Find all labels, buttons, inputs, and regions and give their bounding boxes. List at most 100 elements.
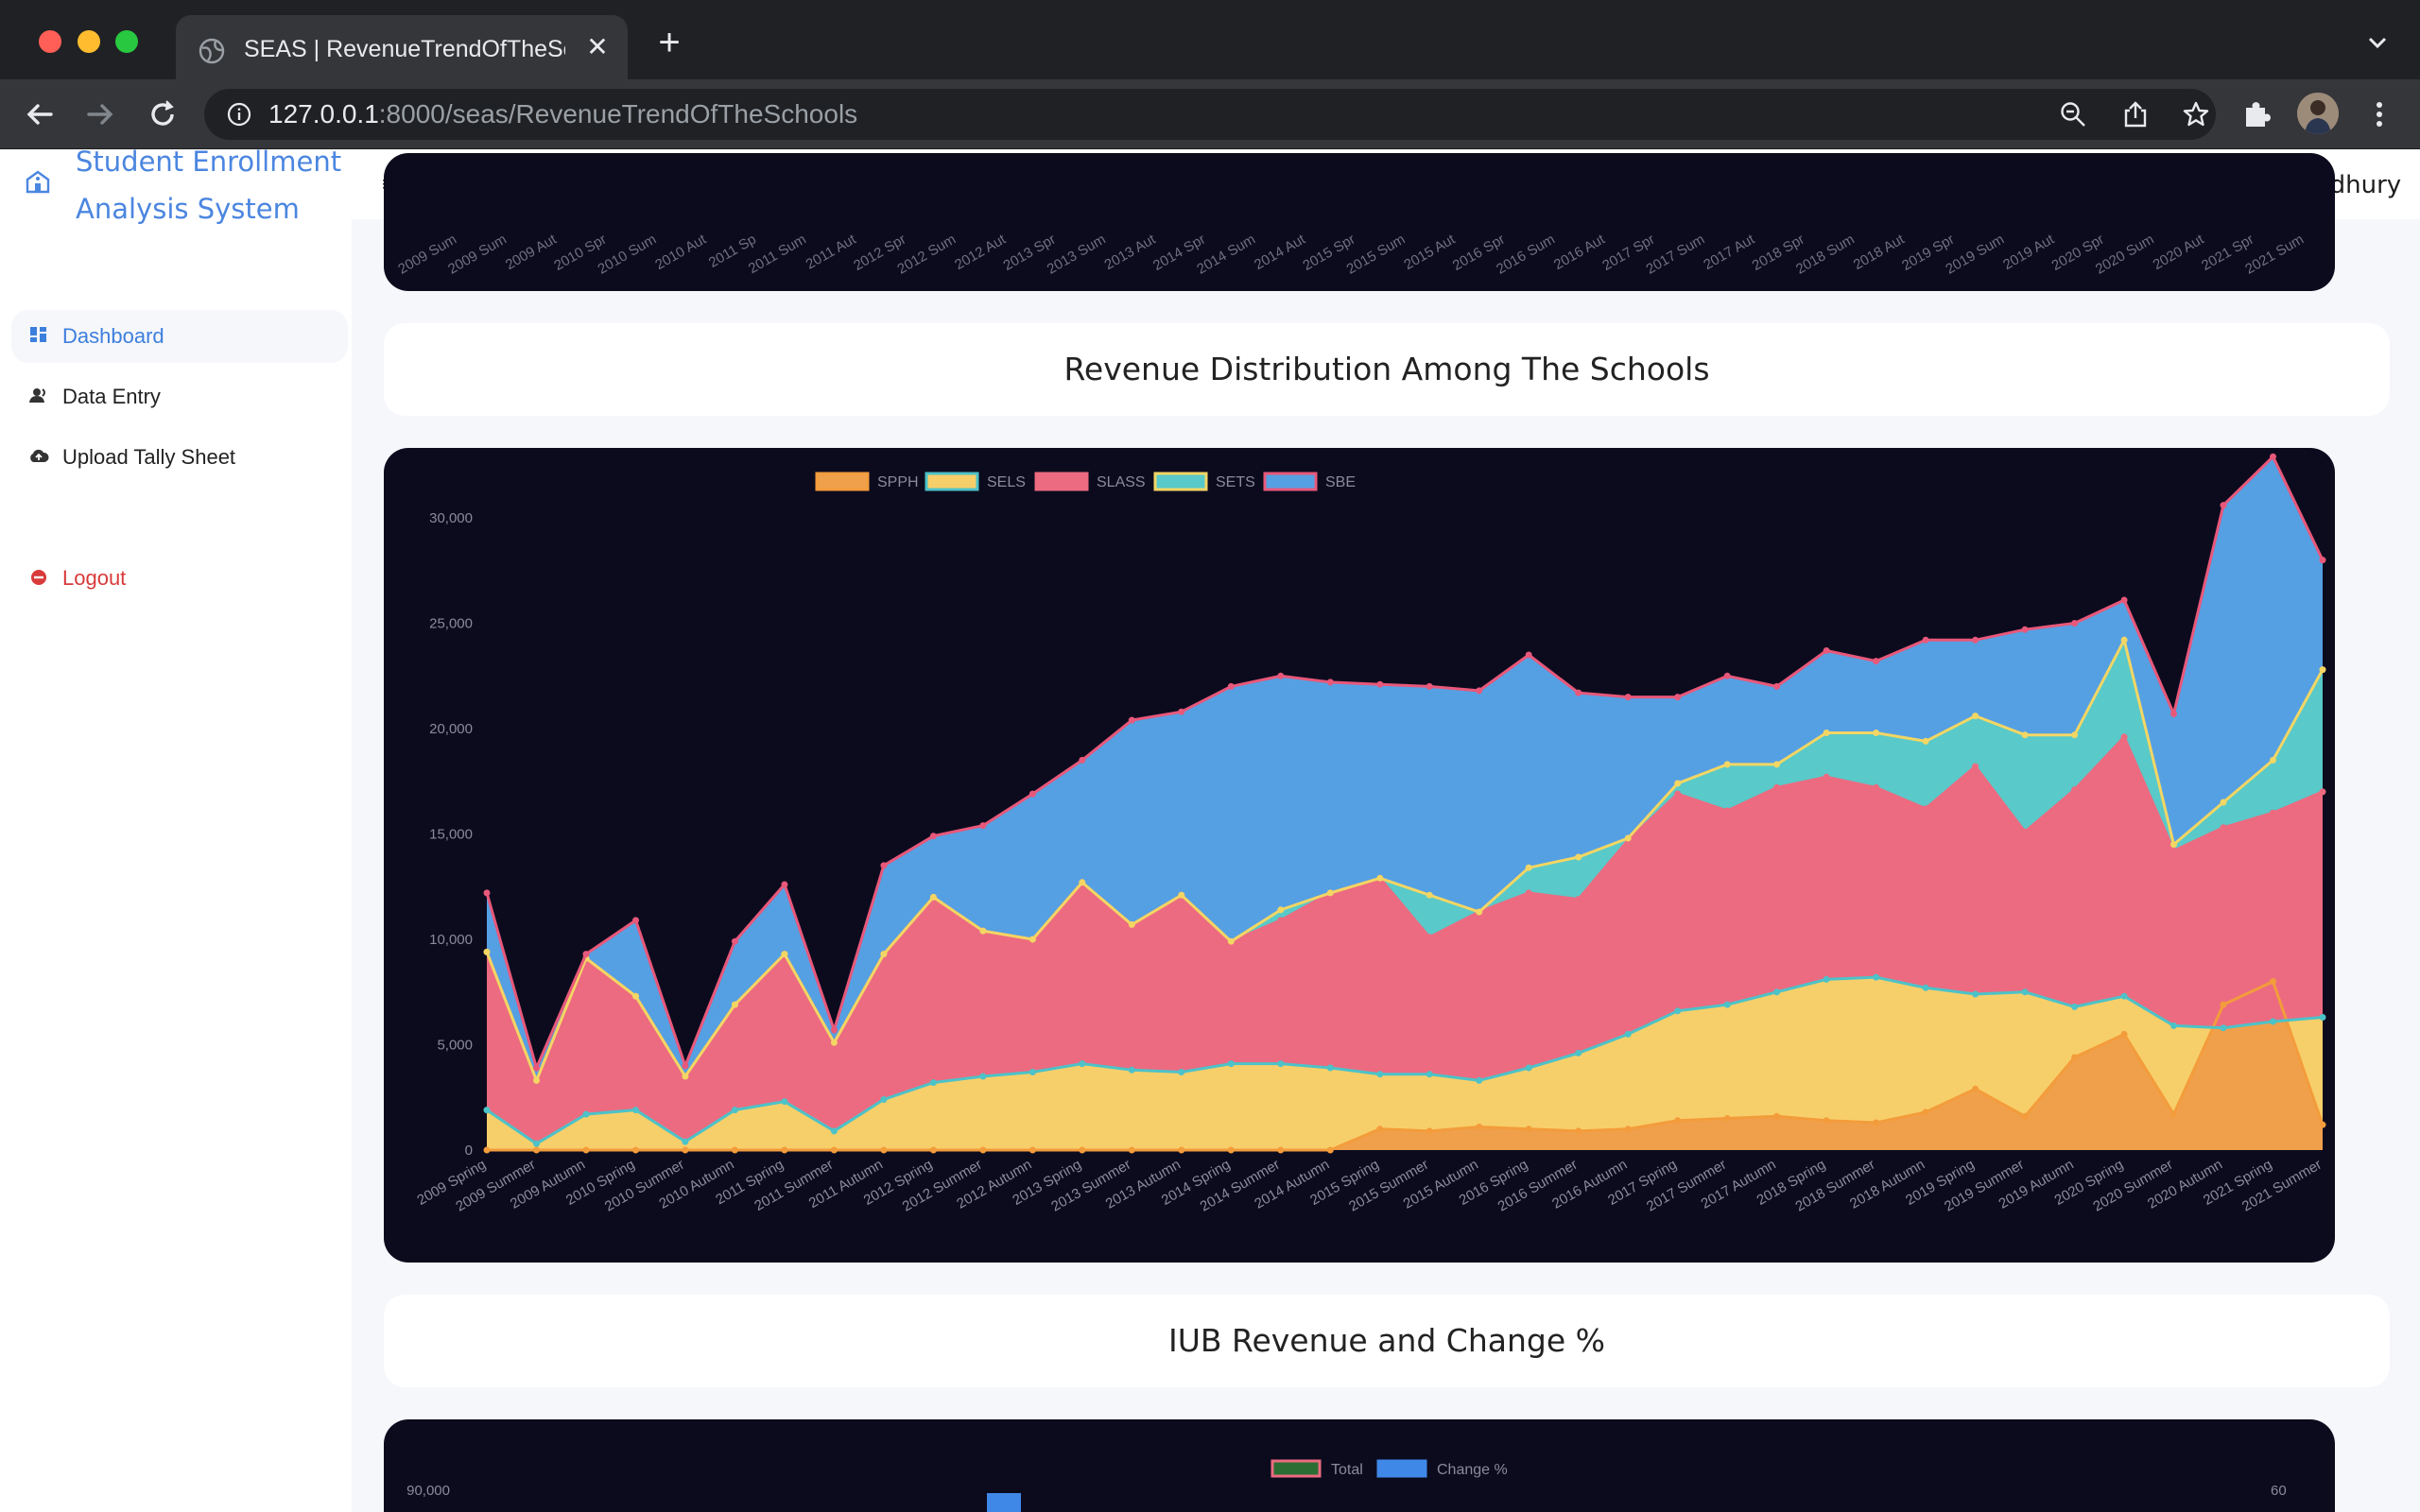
profile-avatar[interactable] — [2297, 93, 2339, 134]
minimize-window-button[interactable] — [78, 30, 100, 53]
data-point-sels — [929, 1079, 937, 1087]
data-point-spph — [1277, 1146, 1285, 1154]
data-point-spph — [880, 1146, 888, 1154]
data-point-sbe — [1972, 636, 1979, 644]
distribution-section-header: Revenue Distribution Among The Schools — [384, 323, 2390, 416]
reload-icon[interactable] — [144, 95, 182, 133]
data-point-sbe — [533, 1064, 540, 1072]
back-arrow-icon[interactable] — [21, 95, 59, 133]
data-point-sels — [2071, 1003, 2079, 1010]
data-point-sels — [2170, 1022, 2177, 1029]
app-brand[interactable]: Student Enrollment Analysis System — [76, 149, 350, 232]
data-point-sels — [1624, 1030, 1632, 1038]
more-vertical-icon[interactable] — [2363, 98, 2395, 130]
data-point-sbe — [731, 937, 738, 945]
data-point-sbe — [2071, 620, 2079, 627]
data-point-sbe — [979, 822, 987, 830]
data-point-slass — [1773, 783, 1781, 791]
dashboard-icon — [30, 327, 46, 342]
data-point-sbe — [830, 1026, 838, 1034]
data-point-spph — [2120, 1030, 2128, 1038]
data-point-sets — [1376, 874, 1384, 882]
iub-revenue-chart: Total Change % 90,000 60 — [406, 1459, 2287, 1512]
y-tick-label: 30,000 — [429, 510, 473, 526]
data-point-sets — [483, 948, 491, 955]
data-point-sels — [2270, 1018, 2276, 1025]
logout-label: Logout — [62, 566, 127, 590]
x-tick-label: 2016 Aut — [1551, 231, 1609, 273]
extensions-puzzle-icon[interactable] — [2240, 98, 2273, 130]
data-point-sets — [731, 1001, 738, 1008]
close-window-button[interactable] — [39, 30, 61, 53]
data-point-sets — [830, 1039, 838, 1046]
data-point-spph — [2071, 1054, 2079, 1061]
data-point-sels — [533, 1140, 540, 1147]
address-bar[interactable]: 127.0.0.1:8000/seas/RevenueTrendOfTheSch… — [204, 89, 2216, 140]
data-point-sets — [1575, 853, 1582, 861]
data-point-sbe — [1723, 672, 1731, 679]
x-tick-label: 2014 Aut — [1252, 231, 1309, 273]
sidebar-item-logout[interactable]: Logout — [11, 552, 348, 605]
data-point-sbe — [1326, 679, 1334, 686]
data-point-sels — [1525, 1064, 1532, 1072]
x-tick-label: 2011 Sum — [746, 232, 809, 277]
data-point-sets — [2120, 636, 2128, 644]
maximize-window-button[interactable] — [115, 30, 138, 53]
data-point-sbe — [1128, 716, 1135, 724]
sidebar-item-data-entry[interactable]: Data Entry — [11, 370, 348, 423]
data-point-spph — [1128, 1146, 1135, 1154]
legend-label-total: Total — [1331, 1462, 1363, 1478]
data-point-sels — [781, 1098, 788, 1106]
data-point-spph — [830, 1146, 838, 1154]
data-point-spph — [1376, 1125, 1384, 1133]
data-point-spph — [781, 1146, 788, 1154]
chevron-down-icon[interactable] — [2363, 28, 2392, 57]
data-point-sets — [929, 893, 937, 901]
data-point-sbe — [1873, 658, 1880, 665]
data-point-sets — [880, 951, 888, 958]
data-point-spph — [1227, 1146, 1235, 1154]
school-logo-icon — [26, 170, 50, 194]
browser-tab[interactable]: SEAS | RevenueTrendOfTheSchools ✕ — [176, 15, 628, 79]
revenue-trend-chart-panel: 2009 Sum 2009 Sum 2009 Aut 2010 Spr 2010 Sum… — [384, 153, 2335, 291]
forward-arrow-icon[interactable] — [81, 95, 119, 133]
data-point-sets — [781, 951, 788, 958]
data-point-slass — [1277, 917, 1285, 924]
data-point-sels — [1873, 973, 1880, 981]
site-info-icon[interactable] — [227, 102, 251, 127]
data-point-sets — [1476, 908, 1483, 916]
data-point-sels — [1773, 988, 1781, 996]
data-point-sbe — [1028, 790, 1036, 798]
data-point-spph — [2270, 978, 2276, 986]
data-point-sels — [1922, 984, 1929, 991]
y-right-tick-label: 60 — [2271, 1483, 2287, 1499]
data-point-sels — [1277, 1060, 1285, 1068]
sidebar-item-upload-tally-sheet[interactable]: Upload Tally Sheet — [11, 431, 348, 484]
data-point-slass — [1873, 783, 1880, 791]
data-point-sels — [1227, 1060, 1235, 1068]
data-point-spph — [1525, 1125, 1532, 1133]
close-tab-icon[interactable]: ✕ — [582, 32, 613, 62]
share-icon[interactable] — [2121, 100, 2150, 129]
sidebar-item-label: Data Entry — [62, 385, 161, 408]
new-tab-button[interactable]: + — [652, 24, 686, 61]
legend-swatch-sets — [1153, 472, 1208, 491]
sidebar-item-dashboard[interactable]: Dashboard — [11, 310, 348, 363]
data-point-sets — [1426, 891, 1433, 899]
data-point-sels — [1426, 1071, 1433, 1078]
data-point-sbe — [1277, 672, 1285, 679]
data-point-sels — [2120, 992, 2128, 1000]
data-point-spph — [2319, 1121, 2326, 1128]
x-tick-label: 2010 Aut — [652, 231, 710, 273]
data-point-sbe — [929, 833, 937, 840]
data-point-sbe — [1376, 680, 1384, 688]
data-point-sets — [1723, 761, 1731, 768]
bookmark-star-icon[interactable] — [2182, 100, 2210, 129]
x-tick-label: 2011 Aut — [804, 231, 860, 272]
data-point-slass — [1723, 807, 1731, 815]
x-tick-label: 2017 Aut — [1701, 231, 1758, 273]
data-point-sbe — [1674, 694, 1682, 701]
zoom-out-icon[interactable] — [2059, 100, 2087, 129]
data-point-slass — [2220, 824, 2227, 832]
data-point-sets — [979, 927, 987, 935]
